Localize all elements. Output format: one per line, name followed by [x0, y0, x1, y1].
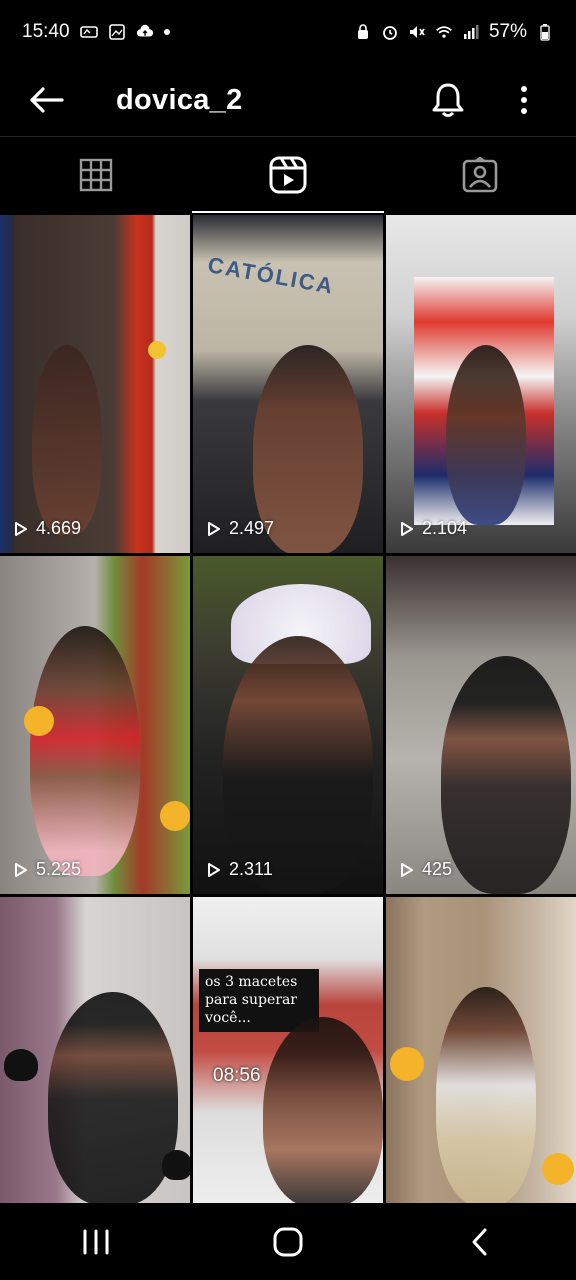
bell-icon: [432, 83, 464, 117]
reel-thumbnail[interactable]: [386, 897, 576, 1203]
battery-percent: 57%: [488, 21, 527, 42]
reels-grid: 4.669 CATÓLICA 2.497 2.104 5.225 2.311 4…: [0, 215, 576, 1203]
reel-thumbnail[interactable]: 425: [386, 556, 576, 894]
view-count-label: 425: [422, 859, 453, 879]
emoji-sticker: [24, 706, 54, 736]
chevron-left-icon: [472, 1228, 487, 1255]
status-bar: 15:40 57%: [0, 0, 576, 64]
reel-subject: [436, 987, 536, 1203]
gallery-icon: [108, 23, 126, 41]
reel-subject: [446, 345, 526, 525]
reel-view-count: 5.225: [14, 859, 81, 880]
reel-thumbnail[interactable]: 2.104: [386, 215, 576, 553]
reel-thumbnail[interactable]: 5.225: [0, 556, 190, 894]
reel-thumbnail[interactable]: [0, 897, 190, 1203]
alarm-icon: [381, 23, 399, 41]
reel-view-count: 425: [400, 859, 452, 880]
profile-header: dovica_2: [0, 64, 576, 136]
recent-apps-button[interactable]: [51, 1212, 141, 1272]
view-count-label: 2.311: [229, 859, 273, 879]
reel-subject: [48, 992, 178, 1203]
reel-subject: [32, 345, 102, 535]
reel-view-count: 4.669: [14, 518, 81, 539]
system-back-button[interactable]: [435, 1212, 525, 1272]
reel-thumbnail[interactable]: 4.669: [0, 215, 190, 553]
tab-reels[interactable]: [192, 137, 384, 213]
play-icon: [208, 521, 220, 536]
reel-thumbnail[interactable]: CATÓLICA 2.497: [193, 215, 383, 553]
emoji-sticker: [390, 1047, 424, 1081]
back-button[interactable]: [16, 70, 76, 130]
more-options-button[interactable]: [496, 72, 552, 128]
lock-icon: [354, 23, 372, 41]
tab-posts[interactable]: [0, 137, 192, 213]
play-icon: [208, 862, 220, 877]
reel-subject: [30, 626, 140, 876]
play-icon: [401, 521, 413, 536]
view-count-label: 2.497: [229, 518, 275, 538]
more-vertical-icon: [521, 86, 527, 114]
reel-subject: [441, 656, 571, 894]
profile-tabs: [0, 137, 576, 213]
battery-icon: [536, 23, 554, 41]
mute-icon: [408, 23, 426, 41]
play-icon: [15, 521, 27, 536]
emoji-sticker: [160, 801, 190, 831]
reels-icon: [269, 156, 307, 194]
heart-sticker: [162, 1150, 190, 1180]
reel-subject: [263, 1017, 383, 1203]
heart-sticker: [4, 1049, 38, 1081]
tab-tagged[interactable]: [384, 137, 576, 213]
more-notifications-dot-icon: [163, 29, 170, 35]
home-button[interactable]: [243, 1212, 333, 1272]
view-count-label: 5.225: [36, 859, 82, 879]
grid-icon: [79, 158, 113, 192]
reel-thumbnail[interactable]: 2.311: [193, 556, 383, 894]
emoji-sticker: [542, 1153, 574, 1185]
reel-view-count: 2.104: [400, 518, 467, 539]
play-icon: [15, 862, 27, 877]
view-count-label: 4.669: [36, 518, 82, 538]
wifi-icon: [435, 23, 453, 41]
reel-view-count: 2.311: [207, 859, 273, 880]
back-arrow-icon: [30, 87, 64, 113]
play-icon: [401, 862, 413, 877]
notifications-button[interactable]: [420, 72, 476, 128]
profile-username: dovica_2: [116, 83, 243, 116]
emoji-sticker: [148, 341, 166, 359]
reel-subject: [223, 636, 373, 894]
system-navigation-bar: [0, 1203, 576, 1280]
cloud-upload-icon: [136, 23, 154, 41]
status-time: 15:40: [22, 21, 70, 42]
signal-icon: [462, 23, 480, 41]
reel-view-count: 2.497: [207, 518, 274, 539]
reel-overlay-time: 08:56: [213, 1065, 261, 1086]
view-count-label: 2.104: [422, 518, 468, 538]
tagged-icon: [462, 157, 498, 193]
reel-thumbnail[interactable]: os 3 macetes para superar você... 08:56: [193, 897, 383, 1203]
wall-sign-text: CATÓLICA: [205, 252, 337, 299]
home-icon: [273, 1227, 303, 1256]
recent-apps-icon: [83, 1229, 109, 1254]
app-notification-icon: [79, 23, 98, 41]
